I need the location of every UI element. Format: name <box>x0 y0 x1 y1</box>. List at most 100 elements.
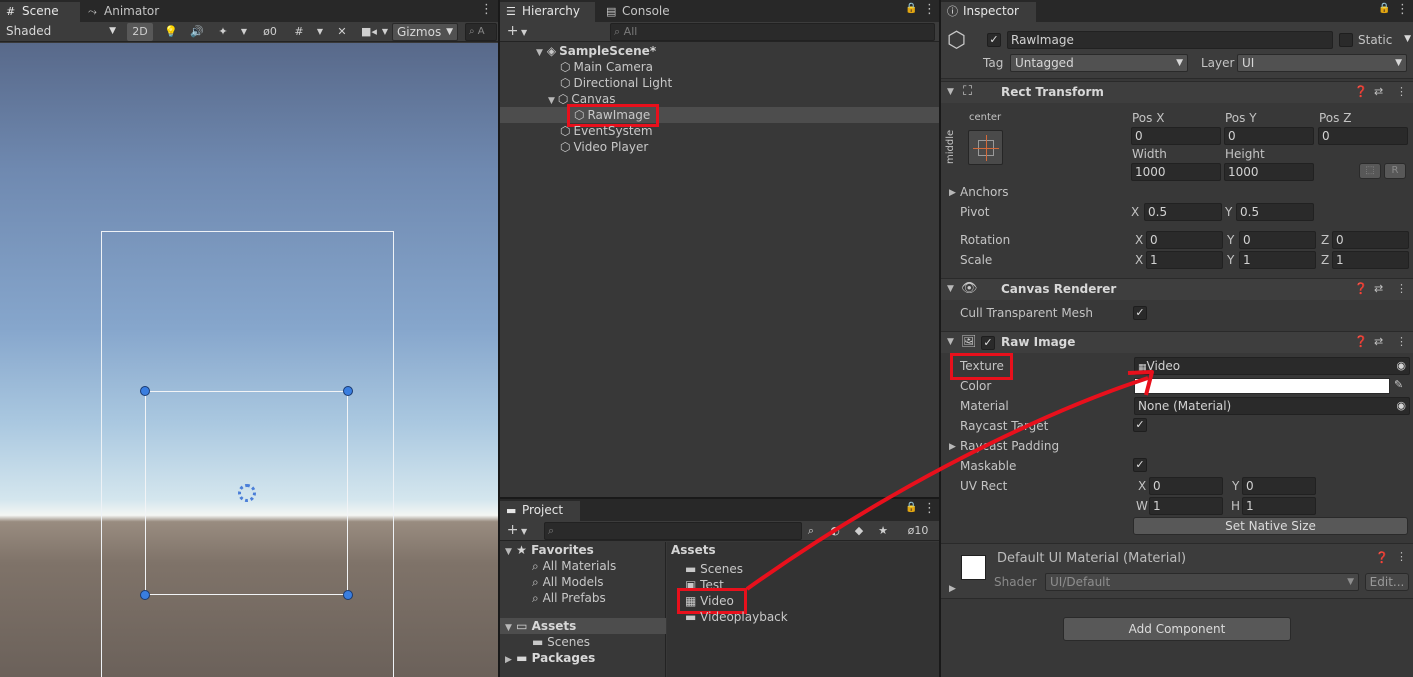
lock-icon[interactable]: 🔒 <box>905 3 917 14</box>
chevron-down-icon[interactable]: ▼ <box>238 23 250 41</box>
help-icon[interactable]: ❓ <box>1354 335 1368 348</box>
object-picker-icon[interactable]: ◉ <box>1396 358 1406 374</box>
help-icon[interactable]: ❓ <box>1354 282 1368 295</box>
material-preview-swatch[interactable] <box>961 555 986 580</box>
hierarchy-item-directional-light[interactable]: ⬡ Directional Light <box>560 75 672 91</box>
asset-item-videoplayback[interactable]: ▬ Videoplayback <box>685 609 788 625</box>
object-name-field[interactable]: RawImage <box>1007 31 1333 49</box>
pivot-icon[interactable] <box>238 484 256 502</box>
presets-icon[interactable]: ⇄ <box>1374 335 1383 348</box>
favorites-header[interactable]: ▼ ★ Favorites <box>505 542 594 558</box>
rotation-x-field[interactable]: 0 <box>1146 231 1223 249</box>
uv-w-field[interactable]: 1 <box>1149 497 1223 515</box>
foldout-arrow-icon[interactable]: ▼ <box>947 337 954 347</box>
favorite-star-icon[interactable]: ★ <box>874 522 892 540</box>
tab-project[interactable]: ▬ Project <box>500 501 580 521</box>
tools-icon[interactable]: ✕ <box>333 23 351 41</box>
hierarchy-item-main-camera[interactable]: ⬡ Main Camera <box>560 59 653 75</box>
hierarchy-search-input[interactable]: ⌕ All <box>610 23 935 41</box>
hierarchy-item-video-player[interactable]: ⬡ Video Player <box>560 139 648 155</box>
blueprint-mode-button[interactable]: ⬚ <box>1359 163 1381 179</box>
texture-object-field[interactable]: ▦Video ◉ <box>1134 357 1410 375</box>
raw-image-enabled-checkbox[interactable]: ✓ <box>981 336 995 350</box>
raycast-target-checkbox[interactable]: ✓ <box>1133 418 1147 432</box>
hidden-objects-icon[interactable]: ø0 <box>256 23 284 41</box>
scale-y-field[interactable]: 1 <box>1239 251 1316 269</box>
canvas-renderer-header[interactable]: ▼ 👁 Canvas Renderer ❓ ⇄ ⋮ <box>941 278 1413 300</box>
foldout-arrow-icon[interactable]: ▶ <box>505 655 512 665</box>
component-menu-icon[interactable]: ⋮ <box>1396 550 1407 563</box>
grid-snap-icon[interactable]: # <box>290 23 308 41</box>
eyedropper-icon[interactable]: ✎ <box>1394 378 1403 391</box>
foldout-arrow-icon[interactable]: ▶ <box>949 442 956 452</box>
component-menu-icon[interactable]: ⋮ <box>1396 282 1407 295</box>
posz-field[interactable]: 0 <box>1318 127 1408 145</box>
uv-h-field[interactable]: 1 <box>1242 497 1316 515</box>
hierarchy-menu-icon[interactable]: ⋮ <box>923 2 936 17</box>
resize-handle-bottom-right[interactable] <box>343 590 353 600</box>
assets-breadcrumb[interactable]: Assets <box>671 542 716 558</box>
foldout-arrow-icon[interactable]: ▼ <box>536 48 543 58</box>
assets-folder[interactable]: ▼ ▭ Assets <box>505 618 576 634</box>
resize-handle-top-right[interactable] <box>343 386 353 396</box>
lock-icon[interactable]: 🔒 <box>905 502 917 513</box>
effects-icon[interactable]: ✦ <box>214 23 232 41</box>
scene-menu-icon[interactable]: ⋮ <box>480 2 493 17</box>
search-by-type-icon[interactable]: ⌕ <box>802 522 820 540</box>
foldout-arrow-icon[interactable]: ▼ <box>548 96 555 106</box>
rotation-y-field[interactable]: 0 <box>1239 231 1316 249</box>
favorites-all-materials[interactable]: ⌕ All Materials <box>532 558 616 574</box>
component-menu-icon[interactable]: ⋮ <box>1396 85 1407 98</box>
asset-item-scenes[interactable]: ▬ Scenes <box>685 561 743 577</box>
posx-field[interactable]: 0 <box>1131 127 1221 145</box>
help-icon[interactable]: ❓ <box>1354 85 1368 98</box>
audio-icon[interactable]: 🔊 <box>188 23 206 41</box>
width-field[interactable]: 1000 <box>1131 163 1221 181</box>
anchor-presets-button[interactable] <box>968 130 1003 165</box>
pivot-y-field[interactable]: 0.5 <box>1236 203 1314 221</box>
pivot-x-field[interactable]: 0.5 <box>1144 203 1222 221</box>
shader-dropdown[interactable]: UI/Default ▼ <box>1045 573 1359 591</box>
tab-scene[interactable]: # Scene <box>0 2 80 22</box>
project-search-input[interactable]: ⌕ <box>544 522 802 540</box>
filter-type-icon[interactable]: ◐ <box>826 522 844 540</box>
raycast-padding-foldout-label[interactable]: Raycast Padding <box>960 439 1059 453</box>
project-menu-icon[interactable]: ⋮ <box>923 501 936 516</box>
scene-search-input[interactable]: ⌕ A <box>465 23 497 41</box>
rect-transform-header[interactable]: ▼ ⛶ Rect Transform ❓ ⇄ ⋮ <box>941 81 1413 103</box>
favorites-all-prefabs[interactable]: ⌕ All Prefabs <box>532 590 606 606</box>
hidden-packages-icon[interactable]: ø10 <box>900 522 936 540</box>
tab-inspector[interactable]: ⓘ Inspector <box>941 2 1036 22</box>
scene-viewport[interactable] <box>0 43 498 677</box>
2d-toggle[interactable]: 2D <box>127 23 153 41</box>
active-checkbox[interactable]: ✓ <box>987 33 1001 47</box>
set-native-size-button[interactable]: Set Native Size <box>1133 517 1408 535</box>
inspector-menu-icon[interactable]: ⋮ <box>1396 2 1409 17</box>
static-dropdown[interactable]: ▼ <box>1397 31 1411 49</box>
edit-shader-button[interactable]: Edit... <box>1365 573 1409 591</box>
foldout-arrow-icon[interactable]: ▶ <box>949 188 956 198</box>
lock-icon[interactable]: 🔒 <box>1378 3 1390 14</box>
tab-console[interactable]: ▤ Console <box>600 2 690 22</box>
tag-dropdown[interactable]: Untagged ▼ <box>1010 54 1188 72</box>
raw-edit-mode-button[interactable]: R <box>1384 163 1406 179</box>
gameobject-cube-icon[interactable]: ⬡ <box>947 28 966 53</box>
raw-image-header[interactable]: ▼ 🖼 ✓ Raw Image ❓ ⇄ ⋮ <box>941 331 1413 353</box>
favorites-all-models[interactable]: ⌕ All Models <box>532 574 604 590</box>
assets-scenes-folder[interactable]: ▬ Scenes <box>532 634 590 650</box>
packages-folder[interactable]: ▶ ▬ Packages <box>505 650 595 666</box>
posy-field[interactable]: 0 <box>1224 127 1314 145</box>
camera-icon[interactable]: ■◂ <box>358 23 380 41</box>
cull-transparent-mesh-checkbox[interactable]: ✓ <box>1133 306 1147 320</box>
rotation-z-field[interactable]: 0 <box>1332 231 1409 249</box>
object-picker-icon[interactable]: ◉ <box>1396 398 1406 414</box>
presets-icon[interactable]: ⇄ <box>1374 282 1383 295</box>
material-object-field[interactable]: None (Material) ◉ <box>1134 397 1410 415</box>
tab-animator[interactable]: ⤳ Animator <box>82 2 172 22</box>
lighting-icon[interactable]: 💡 <box>162 23 180 41</box>
foldout-arrow-icon[interactable]: ▼ <box>947 284 954 294</box>
resize-handle-bottom-left[interactable] <box>140 590 150 600</box>
foldout-arrow-icon[interactable]: ▼ <box>505 547 512 557</box>
scale-z-field[interactable]: 1 <box>1332 251 1409 269</box>
create-asset-button[interactable]: + ▼ <box>504 522 530 540</box>
